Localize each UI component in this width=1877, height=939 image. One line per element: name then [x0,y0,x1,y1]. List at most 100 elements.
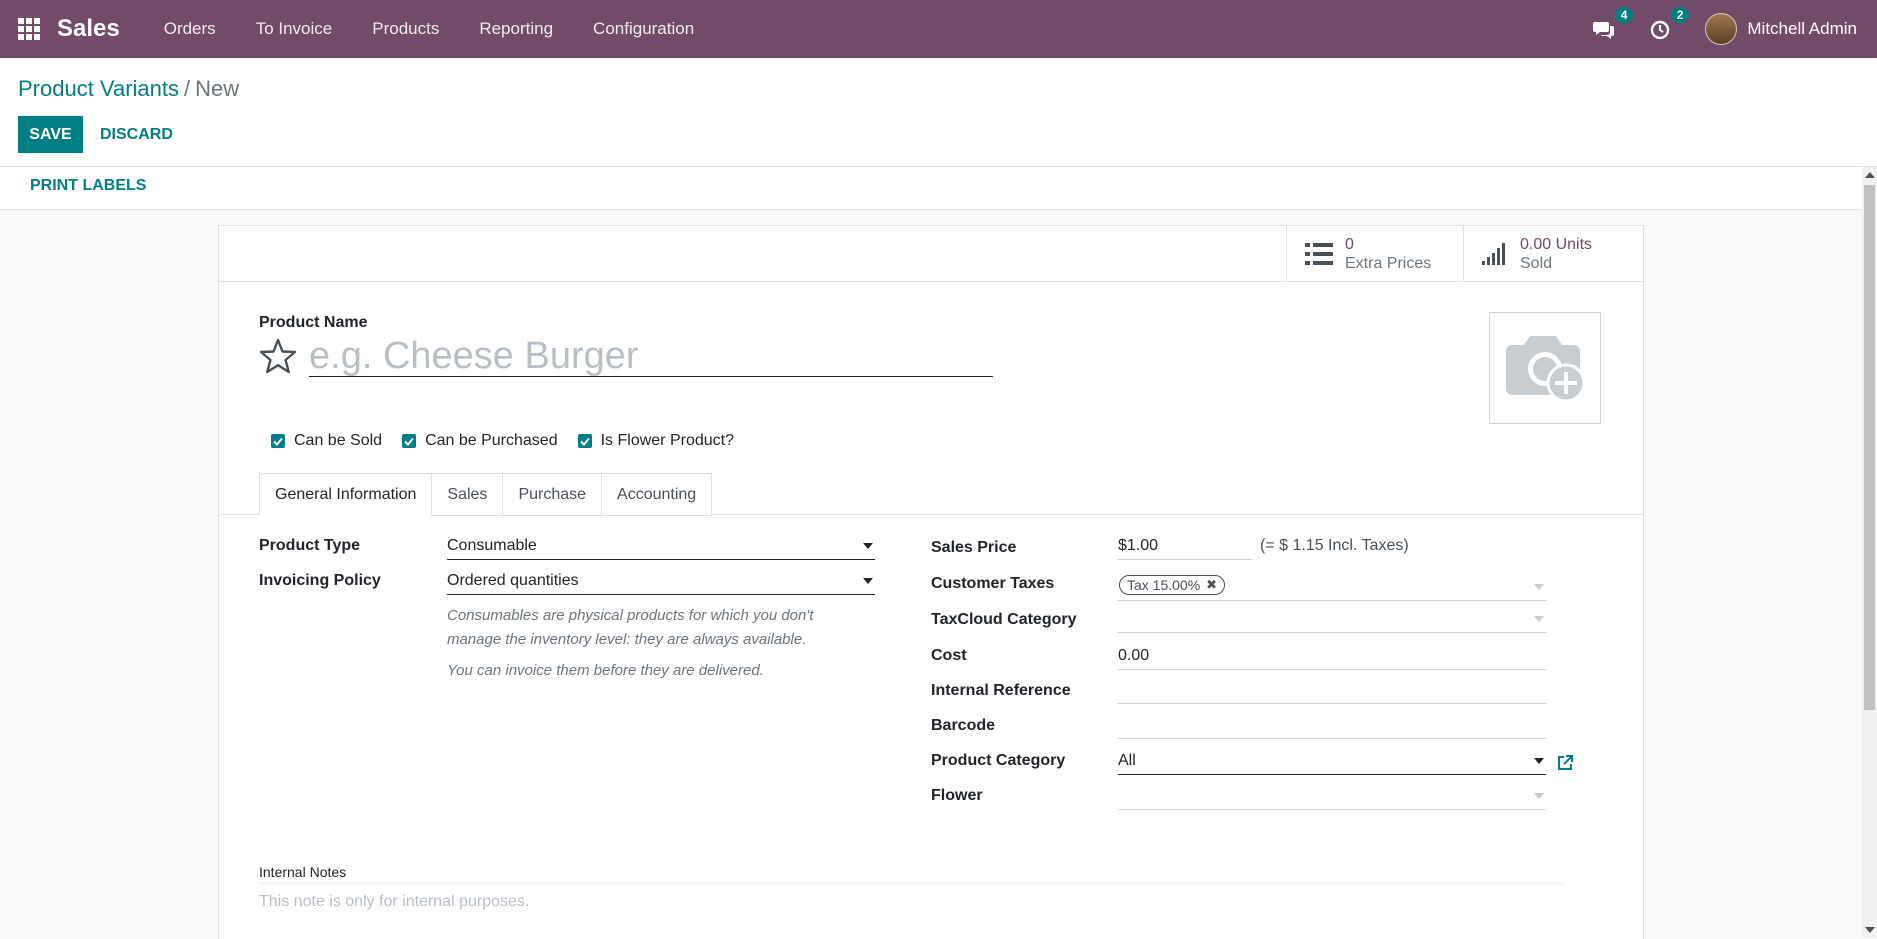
list-icon [1305,242,1333,265]
invoicing-policy-label: Invoicing Policy [259,572,381,589]
product-type-help-1: Consumables are physical products for wh… [447,607,814,624]
can-be-purchased-label[interactable]: Can be Purchased [425,432,558,450]
product-flags: Can be Sold Can be Purchased Is Flower P… [271,432,754,450]
product-type-help-2: manage the inventory level: they are alw… [447,631,807,648]
save-button[interactable]: SAVE [18,116,83,153]
sold-value: 0.00 Units [1520,235,1593,253]
tax-tag-label: Tax 15.00% [1127,577,1201,593]
invoicing-policy-help: You can invoice them before they are del… [447,662,764,679]
menu-configuration[interactable]: Configuration [573,19,714,39]
messages-badge: 4 [1614,7,1634,23]
sales-price-label: Sales Price [931,539,1017,556]
breadcrumb-current: New [195,76,240,101]
top-navbar: Sales Orders To Invoice Products Reporti… [0,0,1877,59]
user-name[interactable]: Mitchell Admin [1747,19,1857,39]
dropdown-caret-icon [1534,616,1544,622]
customer-taxes-input[interactable]: Tax 15.00% ✖ [1118,570,1546,601]
sold-button[interactable]: 0.00 Units Sold [1463,226,1644,281]
internal-notes-input[interactable]: This note is only for internal purposes. [259,893,529,911]
product-name-input[interactable] [309,336,993,377]
check-icon[interactable] [402,434,417,448]
smart-button-box: 0 Extra Prices 0.00 Units Sold [219,226,1643,282]
breadcrumb-separator: / [184,76,191,101]
navbar-systray: 4 2 Mitchell Admin [1593,0,1877,58]
external-link-icon[interactable] [1556,754,1574,772]
notes-divider [259,883,1563,884]
dropdown-caret-icon [863,578,873,584]
sales-price-value: $1.00 [1118,537,1159,554]
invoicing-policy-value: Ordered quantities [447,572,579,589]
messages-icon[interactable]: 4 [1593,7,1634,42]
breadcrumb-product-variants[interactable]: Product Variants [18,76,179,101]
barcode-label: Barcode [931,717,996,734]
is-flower-product-label[interactable]: Is Flower Product? [601,432,734,450]
activities-clock-icon[interactable]: 2 [1649,7,1690,42]
signal-bars-icon [1482,242,1505,265]
product-name-label: Product Name [259,314,368,331]
remove-tag-icon[interactable]: ✖ [1206,577,1217,593]
is-flower-product-checkbox[interactable]: Is Flower Product? [577,432,734,450]
menu-reporting[interactable]: Reporting [459,19,573,39]
control-panel: Product Variants / New SAVE DISCARD [0,58,1877,167]
tax-tag: Tax 15.00% ✖ [1119,575,1226,595]
cost-input[interactable]: 0.00 [1118,643,1546,670]
tab-sales[interactable]: Sales [432,473,504,516]
sales-price-input[interactable]: $1.00 [1118,533,1252,560]
print-labels-button[interactable]: PRINT LABELS [20,177,156,195]
dropdown-caret-icon [863,543,873,549]
cost-label: Cost [931,647,967,664]
scroll-thumb[interactable] [1864,185,1875,710]
check-icon[interactable] [271,434,285,448]
tab-purchase[interactable]: Purchase [503,473,603,516]
extra-prices-button[interactable]: 0 Extra Prices [1286,226,1464,281]
tab-accounting[interactable]: Accounting [602,473,713,516]
check-icon[interactable] [577,434,592,448]
menu-to-invoice[interactable]: To Invoice [236,19,353,39]
extra-prices-value: 0 [1345,235,1354,253]
internal-notes-label: Internal Notes [259,864,347,880]
product-image-upload[interactable] [1489,312,1601,424]
product-type-select[interactable]: Consumable [447,533,875,560]
app-name[interactable]: Sales [57,15,120,43]
menu-orders[interactable]: Orders [144,19,236,39]
taxcloud-category-label: TaxCloud Category [931,611,1077,628]
scroll-up-arrow-icon[interactable] [1865,172,1875,178]
form-tabs: General Information Sales Purchase Accou… [259,473,713,516]
internal-reference-label: Internal Reference [931,682,1071,699]
invoicing-policy-select[interactable]: Ordered quantities [447,568,875,595]
apps-menu-icon[interactable] [18,18,40,40]
page-scrollbar[interactable] [1862,167,1877,938]
dropdown-caret-icon [1534,584,1544,590]
barcode-input[interactable] [1118,712,1546,739]
sales-price-incl-taxes: (= $ 1.15 Incl. Taxes) [1260,537,1409,554]
flower-select[interactable] [1118,783,1546,810]
product-category-label: Product Category [931,752,1066,769]
flower-label: Flower [931,787,983,804]
activities-badge: 2 [1670,7,1690,23]
breadcrumb: Product Variants / New [18,76,239,102]
user-avatar[interactable] [1705,13,1738,45]
product-type-value: Consumable [447,537,537,554]
product-category-value: All [1118,752,1136,769]
product-type-label: Product Type [259,537,361,554]
cost-value: 0.00 [1118,647,1150,664]
sold-label: Sold [1520,254,1553,272]
dropdown-caret-icon [1534,758,1544,764]
internal-reference-input[interactable] [1118,677,1546,704]
taxcloud-category-select[interactable] [1118,606,1546,633]
dropdown-caret-icon [1534,793,1544,799]
camera-add-icon [1506,336,1586,403]
form-statusbar: PRINT LABELS [0,167,1862,210]
can-be-sold-label[interactable]: Can be Sold [294,432,382,450]
form-sheet: 0 Extra Prices 0.00 Units Sold Product N… [218,225,1644,939]
tab-general-information[interactable]: General Information [259,473,433,516]
customer-taxes-label: Customer Taxes [931,575,1055,592]
extra-prices-label: Extra Prices [1345,254,1432,272]
product-category-select[interactable]: All [1118,748,1546,775]
discard-button[interactable]: DISCARD [90,116,183,153]
menu-products[interactable]: Products [352,19,459,39]
can-be-sold-checkbox[interactable]: Can be Sold [271,432,382,450]
can-be-purchased-checkbox[interactable]: Can be Purchased [402,432,558,450]
favorite-star-icon[interactable] [259,338,297,374]
scroll-down-arrow-icon[interactable] [1865,927,1875,933]
